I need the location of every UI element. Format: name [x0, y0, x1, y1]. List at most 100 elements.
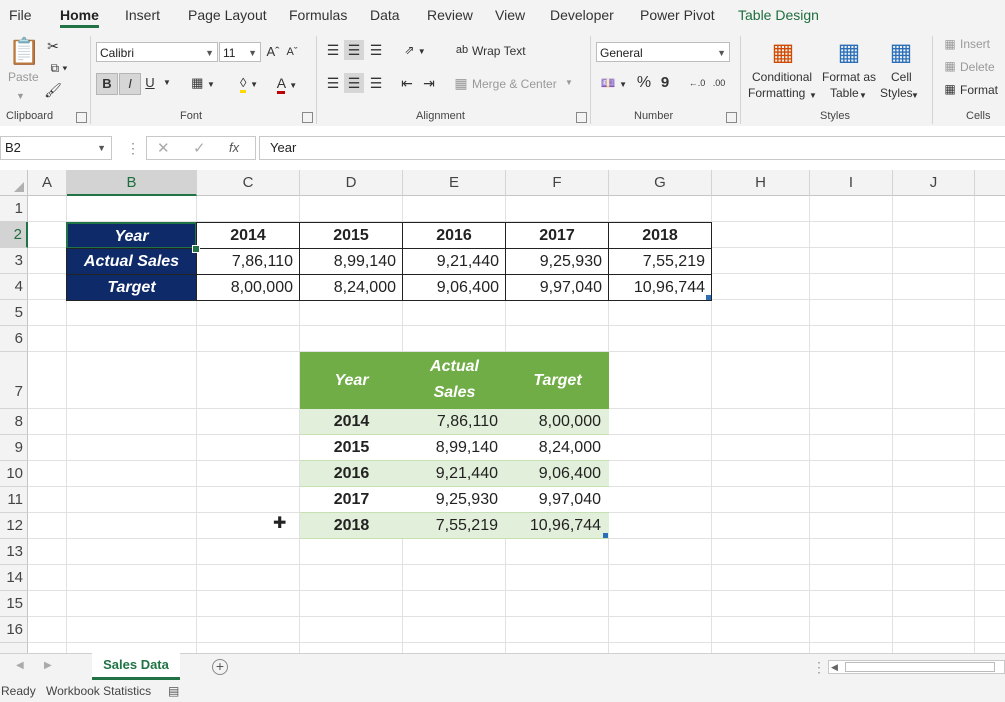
format-painter-icon[interactable]: 🖌	[44, 80, 62, 100]
table2-cell-year[interactable]: 2018	[300, 513, 403, 539]
cell-g2-year[interactable]: 2018	[608, 222, 712, 249]
borders-icon[interactable]: ▦ ▼	[186, 73, 220, 95]
paste-icon[interactable]: 📋	[8, 34, 40, 68]
column-header-i[interactable]: I	[810, 170, 893, 196]
column-header-e[interactable]: E	[403, 170, 506, 196]
cell-e3-actual[interactable]: 9,21,440	[402, 248, 506, 275]
scrollbar-thumb[interactable]	[845, 662, 995, 672]
cell-e4-target[interactable]: 9,06,400	[402, 274, 506, 301]
cell-d3-actual[interactable]: 8,99,140	[299, 248, 403, 275]
row-header-13[interactable]: 13	[0, 539, 28, 565]
cell-d4-target[interactable]: 8,24,000	[299, 274, 403, 301]
table2-cell-year[interactable]: 2017	[300, 487, 403, 513]
row-header-9[interactable]: 9	[0, 435, 28, 461]
percent-button[interactable]: %	[636, 73, 652, 93]
accounting-format-icon[interactable]: 💷 ▼	[598, 73, 630, 95]
top-align-icon[interactable]: ☰	[324, 40, 342, 60]
worksheet-grid[interactable]: A B C D E F G H I J 1 2 3 4 5 6 7 8 9 10…	[0, 170, 1005, 653]
row-header-4[interactable]: 4	[0, 274, 28, 300]
row-header-14[interactable]: 14	[0, 565, 28, 591]
table2-cell-actual[interactable]: 9,25,930	[403, 487, 506, 513]
cell-g4-target[interactable]: 10,96,744	[608, 274, 712, 301]
table2-cell-target[interactable]: 10,96,744	[506, 513, 609, 539]
workbook-statistics-button[interactable]: Workbook Statistics	[46, 684, 151, 698]
cell-d2-year[interactable]: 2015	[299, 222, 403, 249]
splitter-grip-icon[interactable]: ⋮	[812, 659, 826, 676]
tab-developer[interactable]: Developer	[550, 0, 614, 30]
conditional-formatting-label-1[interactable]: Conditional	[752, 70, 812, 84]
row-header-2[interactable]: 2	[0, 222, 28, 248]
table2-cell-actual[interactable]: 7,86,110	[403, 409, 506, 435]
accessibility-icon[interactable]: ▤	[168, 684, 179, 698]
delete-cells-button[interactable]: Delete	[960, 60, 995, 74]
tab-page-layout[interactable]: Page Layout	[188, 0, 267, 30]
cell-b4-target-label[interactable]: Target	[66, 274, 197, 301]
row-header-16[interactable]: 16	[0, 617, 28, 643]
cell-c2-year[interactable]: 2014	[196, 222, 300, 249]
cell-styles-label-2[interactable]: Styles	[880, 86, 913, 100]
row-header-8[interactable]: 8	[0, 409, 28, 435]
column-header-g[interactable]: G	[609, 170, 712, 196]
format-as-table-label-2[interactable]: Table	[830, 86, 859, 100]
column-header-d[interactable]: D	[300, 170, 403, 196]
tab-formulas[interactable]: Formulas	[289, 0, 347, 30]
table2-cell-year[interactable]: 2016	[300, 461, 403, 487]
horizontal-scrollbar[interactable]: ◀	[828, 660, 1005, 674]
column-header-h[interactable]: H	[712, 170, 810, 196]
row-header-5[interactable]: 5	[0, 300, 28, 326]
cell-styles-icon[interactable]: ▦	[886, 38, 916, 68]
format-cells-button[interactable]: Format	[960, 83, 998, 97]
table2-cell-target[interactable]: 8,00,000	[506, 409, 609, 435]
tab-home[interactable]: Home	[60, 0, 99, 30]
format-as-table-label-1[interactable]: Format as	[822, 70, 876, 84]
name-box[interactable]: B2 ▼	[0, 136, 112, 160]
decrease-indent-icon[interactable]: ⇤	[398, 73, 416, 93]
alignment-launcher-icon[interactable]	[576, 112, 587, 123]
chevron-down-icon[interactable]: ▼	[910, 86, 920, 106]
row-header-11[interactable]: 11	[0, 487, 28, 513]
cell-b3-actual-label[interactable]: Actual Sales	[66, 248, 197, 275]
tab-file[interactable]: File	[9, 0, 32, 30]
chevron-down-icon[interactable]: ▼	[858, 86, 868, 106]
paste-button[interactable]: Paste	[8, 70, 39, 84]
comma-style-button[interactable]: 9	[658, 73, 672, 93]
decrease-font-icon[interactable]: Aˇ	[284, 42, 300, 62]
cell-f2-year[interactable]: 2017	[505, 222, 609, 249]
table2-cell-actual[interactable]: 7,55,219	[403, 513, 506, 539]
insert-function-icon[interactable]: fx	[229, 140, 239, 155]
font-name-select[interactable]: Calibri ▼	[96, 42, 218, 62]
conditional-formatting-label-2[interactable]: Formatting	[748, 86, 805, 100]
middle-align-icon[interactable]: ☰	[344, 40, 364, 60]
table2-header-year[interactable]: Year	[300, 352, 403, 409]
copy-icon[interactable]: ⧉ ▾	[44, 58, 74, 78]
merge-center-button[interactable]: Merge & Center	[472, 77, 557, 91]
tab-insert[interactable]: Insert	[125, 0, 160, 30]
row-header-15[interactable]: 15	[0, 591, 28, 617]
cell-c4-target[interactable]: 8,00,000	[196, 274, 300, 301]
table-resize-handle[interactable]	[603, 533, 608, 538]
table2-cell-actual[interactable]: 9,21,440	[403, 461, 506, 487]
number-format-select[interactable]: General ▼	[596, 42, 730, 62]
clipboard-launcher-icon[interactable]	[76, 112, 87, 123]
table2-cell-year[interactable]: 2015	[300, 435, 403, 461]
formula-input[interactable]: Year	[259, 136, 1005, 160]
increase-decimal-icon[interactable]: ←.0	[688, 73, 706, 93]
orientation-icon[interactable]: ⇗ ▼	[400, 40, 430, 62]
table2-header-target[interactable]: Target	[506, 352, 609, 409]
row-header-3[interactable]: 3	[0, 248, 28, 274]
delete-cells-icon[interactable]: ▦	[942, 56, 958, 76]
table2-cell-target[interactable]: 8,24,000	[506, 435, 609, 461]
font-size-select[interactable]: 11 ▼	[219, 42, 261, 62]
cell-f4-target[interactable]: 9,97,040	[505, 274, 609, 301]
cell-styles-label-1[interactable]: Cell	[891, 70, 912, 84]
cell-g3-actual[interactable]: 7,55,219	[608, 248, 712, 275]
cut-icon[interactable]: ✂	[44, 36, 62, 56]
insert-cells-icon[interactable]: ▦	[942, 34, 958, 54]
font-launcher-icon[interactable]	[302, 112, 313, 123]
cell-e2-year[interactable]: 2016	[402, 222, 506, 249]
row-header-12[interactable]: 12	[0, 513, 28, 539]
format-cells-icon[interactable]: ▦	[942, 79, 958, 99]
tab-view[interactable]: View	[495, 0, 525, 30]
increase-font-icon[interactable]: Aˆ	[265, 42, 281, 62]
align-right-icon[interactable]: ☰	[367, 73, 385, 93]
